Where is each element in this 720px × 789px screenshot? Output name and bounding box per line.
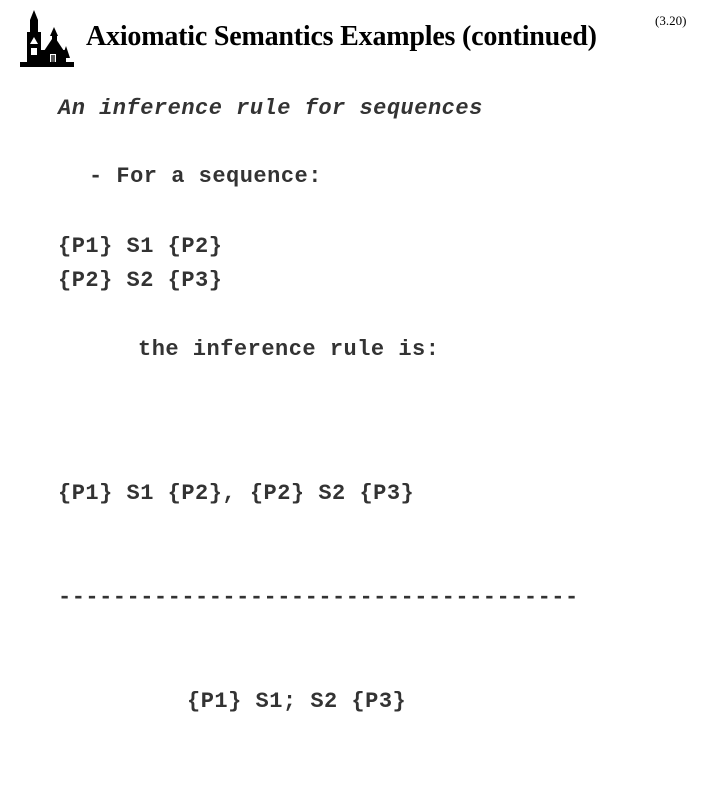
inference-rule-divider: -------------------------------------- (58, 585, 579, 610)
premise-block: {P1} S1 {P2} {P2} S2 {P3} (58, 234, 223, 293)
slide-number: (3.20) (655, 13, 687, 28)
body-heading: An inference rule for sequences (58, 96, 483, 121)
inference-rule-numerator: {P1} S1 {P2}, {P2} S2 {P3} (58, 481, 415, 506)
connector-text: the inference rule is: (138, 337, 440, 362)
slide-body: An inference rule for sequences - For a … (0, 82, 720, 714)
inference-rule-block: {P1} S1 {P2}, {P2} S2 {P3} -------------… (58, 406, 718, 789)
inference-rule-denominator: {P1} S1; S2 {P3} (187, 689, 407, 714)
bullet-for-a-sequence: - For a sequence: (89, 164, 322, 189)
page-title: Axiomatic Semantics Examples (continued) (86, 21, 597, 52)
church-silhouette-logo-icon (14, 10, 76, 68)
slide-header: Axiomatic Semantics Examples (continued)… (0, 0, 720, 82)
slide: Axiomatic Semantics Examples (continued)… (0, 0, 720, 714)
